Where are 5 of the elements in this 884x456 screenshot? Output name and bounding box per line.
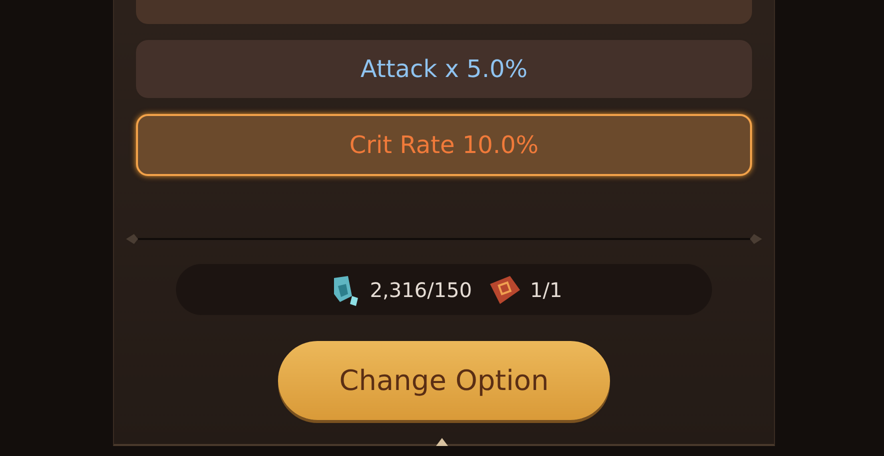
cost-amount: 2,316/150: [370, 278, 472, 302]
option-row[interactable]: Attack x 5.0%: [136, 40, 752, 98]
change-option-button[interactable]: Change Option: [278, 341, 610, 420]
option-row[interactable]: Crit Rate 10.0%: [136, 114, 752, 176]
cost-amount: 1/1: [530, 278, 562, 302]
